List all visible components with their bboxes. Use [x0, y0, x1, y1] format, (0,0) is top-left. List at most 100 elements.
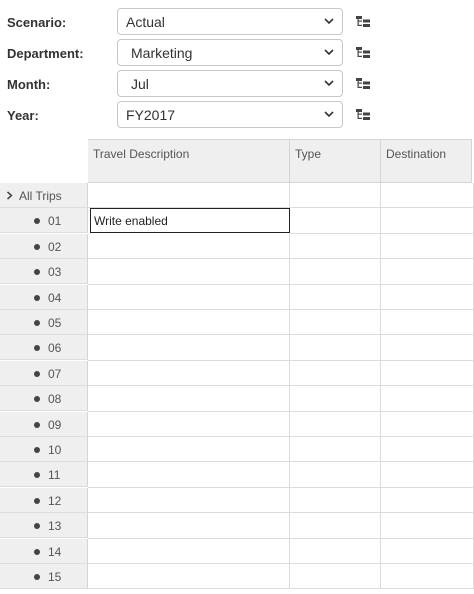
- cell-destination[interactable]: [381, 513, 474, 539]
- cell-type[interactable]: [290, 259, 381, 285]
- cell-destination[interactable]: [381, 564, 474, 590]
- row-label: 14: [48, 544, 62, 559]
- cell-type[interactable]: [290, 310, 381, 336]
- cell-travel-description[interactable]: [88, 437, 290, 463]
- row-label: 07: [48, 366, 62, 381]
- row-header[interactable]: 01: [0, 208, 88, 234]
- row-header[interactable]: 15: [0, 564, 88, 589]
- hierarchy-icon[interactable]: [356, 78, 370, 90]
- year-value: FY2017: [126, 107, 176, 123]
- scenario-value: Actual: [126, 14, 165, 30]
- cell-type[interactable]: [290, 208, 381, 234]
- chevron-down-icon: [324, 49, 334, 56]
- row-header[interactable]: 14: [0, 538, 88, 564]
- cell-type[interactable]: [290, 360, 381, 387]
- cell-travel-description[interactable]: [88, 487, 290, 514]
- cell-type[interactable]: [290, 411, 381, 437]
- cell-type[interactable]: [290, 437, 381, 463]
- cell-type[interactable]: [290, 564, 381, 590]
- row-label: 05: [48, 316, 62, 330]
- bullet-icon: [34, 269, 40, 276]
- bullet-icon: [34, 421, 40, 428]
- row-header[interactable]: 10: [0, 437, 88, 462]
- row-header[interactable]: 07: [0, 360, 88, 386]
- row-header[interactable]: 08: [0, 386, 88, 412]
- cell-travel-description[interactable]: [88, 310, 290, 336]
- column-header-type[interactable]: Type: [290, 139, 381, 183]
- column-header-destination[interactable]: Destination: [381, 139, 472, 183]
- cell-destination[interactable]: [381, 335, 474, 361]
- column-header-travel-description[interactable]: Travel Description: [88, 139, 290, 183]
- filter-label-scenario: Scenario:: [7, 15, 67, 30]
- chevron-down-icon: [324, 80, 334, 87]
- cell-destination[interactable]: [381, 259, 474, 285]
- row-header[interactable]: 09: [0, 411, 88, 437]
- cell-travel-description[interactable]: [88, 538, 290, 564]
- row-label: 08: [48, 392, 62, 407]
- row-header[interactable]: 06: [0, 335, 88, 361]
- row-label: 02: [48, 239, 62, 254]
- caret-right-icon[interactable]: [6, 191, 13, 200]
- row-label: 03: [48, 265, 62, 280]
- bullet-icon: [34, 345, 40, 352]
- cell-travel-description[interactable]: [88, 462, 290, 488]
- row-header[interactable]: 13: [0, 513, 88, 539]
- cell-travel-description[interactable]: [88, 360, 290, 387]
- cell-destination[interactable]: [381, 538, 474, 564]
- cell-destination[interactable]: [381, 284, 474, 310]
- cell-travel-description[interactable]: [88, 183, 290, 209]
- cell-destination[interactable]: [381, 386, 474, 412]
- bullet-icon: [34, 396, 40, 403]
- filter-label-month: Month:: [7, 77, 51, 92]
- cell-destination[interactable]: [381, 208, 474, 234]
- cell-destination[interactable]: [381, 487, 474, 514]
- row-header[interactable]: 05: [0, 310, 88, 335]
- cell-destination[interactable]: [381, 437, 474, 463]
- cell-type[interactable]: [290, 462, 381, 488]
- bullet-icon: [34, 472, 40, 479]
- cell-destination[interactable]: [381, 360, 474, 387]
- cell-type[interactable]: [290, 233, 381, 260]
- year-select[interactable]: FY2017: [117, 101, 343, 128]
- row-header[interactable]: 04: [0, 284, 88, 310]
- cell-travel-description[interactable]: [88, 335, 290, 361]
- cell-destination[interactable]: [381, 462, 474, 488]
- cell-type[interactable]: [290, 335, 381, 361]
- cell-destination[interactable]: [381, 411, 474, 437]
- row-header[interactable]: 12: [0, 487, 88, 513]
- hierarchy-icon[interactable]: [356, 109, 370, 121]
- row-header[interactable]: 03: [0, 259, 88, 285]
- cell-travel-description[interactable]: [88, 513, 290, 539]
- month-select[interactable]: Jul: [117, 70, 343, 97]
- cell-travel-description[interactable]: [88, 564, 290, 590]
- department-select[interactable]: Marketing: [117, 39, 343, 66]
- cell-type[interactable]: [290, 386, 381, 412]
- cell-type[interactable]: [290, 183, 381, 209]
- row-header[interactable]: 11: [0, 462, 88, 488]
- cell-travel-description[interactable]: [88, 259, 290, 285]
- hierarchy-icon[interactable]: [356, 16, 370, 28]
- cell-destination[interactable]: [381, 183, 474, 209]
- cell-type[interactable]: [290, 513, 381, 539]
- bullet-icon: [34, 294, 40, 301]
- row-header[interactable]: 02: [0, 233, 88, 259]
- bullet-icon: [34, 574, 40, 580]
- cell-type[interactable]: [290, 538, 381, 564]
- cell-travel-description[interactable]: [88, 411, 290, 437]
- active-cell[interactable]: Write enabled: [90, 208, 290, 233]
- cell-travel-description[interactable]: [88, 284, 290, 310]
- cell-travel-description[interactable]: [88, 386, 290, 412]
- hierarchy-icon[interactable]: [356, 47, 370, 59]
- cell-type[interactable]: [290, 284, 381, 310]
- cell-type[interactable]: [290, 487, 381, 514]
- cell-destination[interactable]: [381, 310, 474, 336]
- row-header-all-trips[interactable]: All Trips: [0, 183, 88, 208]
- scenario-select[interactable]: Actual: [117, 8, 343, 35]
- cell-destination[interactable]: [381, 233, 474, 260]
- filter-label-department: Department:: [7, 46, 84, 61]
- cell-travel-description[interactable]: [88, 233, 290, 260]
- grid-corner: [0, 139, 88, 183]
- bullet-icon: [34, 370, 40, 377]
- row-label: 13: [48, 519, 62, 534]
- row-label: 15: [48, 570, 62, 584]
